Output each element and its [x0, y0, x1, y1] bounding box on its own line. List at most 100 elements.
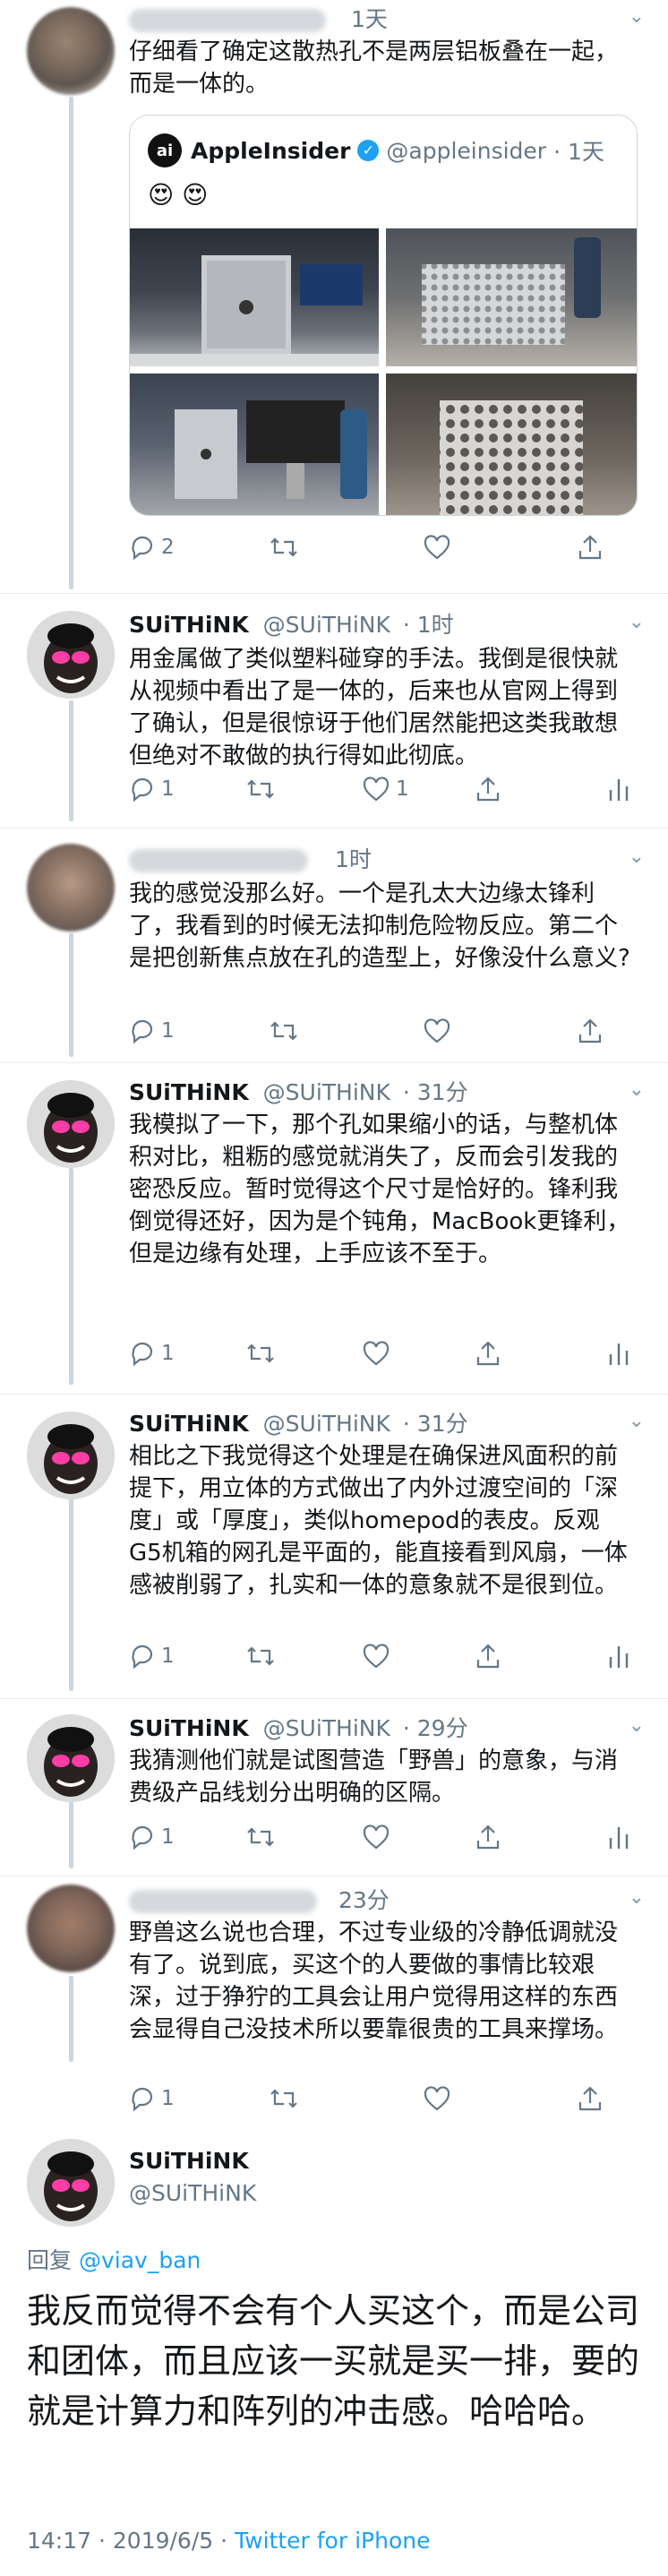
analytics-icon: [609, 1827, 629, 1849]
user-handle[interactable]: @SUiTHiNK: [263, 1079, 390, 1105]
tweet[interactable]: 23分 ⌄ 野兽这么说也合理，不过专业级的冷静低调就没有了。说到底，买这个的人要…: [0, 1876, 668, 2128]
chevron-down-icon[interactable]: ⌄: [629, 846, 645, 868]
quote-image[interactable]: [386, 228, 637, 366]
chevron-down-icon[interactable]: ⌄: [629, 1078, 645, 1101]
grille-closeup-photo: [440, 400, 583, 515]
tweet[interactable]: 1天 ⌄ 仔细看了确定这散热孔不是两层铝板叠在一起，而是一体的。 ai Appl…: [0, 0, 668, 582]
tweet-header: SUiTHiNK @SUiTHiNK · 29分: [129, 1711, 468, 1743]
share-icon: [476, 1825, 500, 1850]
share-icon: [476, 777, 500, 802]
reply-count: 1: [161, 777, 175, 801]
focused-tweet-text: 我反而觉得不会有个人买这个，而是公司和团体，而且应该一买就是买一排，要的就是计算…: [27, 2291, 640, 2431]
tweet[interactable]: SUiTHiNK @SUiTHiNK · 31分 ⌄ 相比之下我觉得这个处理是在…: [0, 1394, 668, 1698]
share-button[interactable]: [475, 1643, 501, 1670]
quote-image[interactable]: [130, 228, 379, 366]
analytics-button[interactable]: [607, 776, 630, 803]
tweet[interactable]: SUiTHiNK @SUiTHiNK · 1时 ⌄ 用金属做了类似塑料碰穿的手法…: [0, 593, 668, 828]
like-button[interactable]: [362, 1643, 390, 1670]
tweet[interactable]: SUiTHiNK @SUiTHiNK · 31分 ⌄ 我模拟了一下，那个孔如果缩…: [0, 1062, 668, 1394]
heart-icon: [363, 1825, 390, 1850]
retweet-button[interactable]: [245, 1824, 276, 1850]
suithink-avatar-image: [27, 1080, 115, 1168]
reply-button[interactable]: 1: [129, 1340, 175, 1367]
tweet-text: 我模拟了一下，那个孔如果缩小的话，与整机体积对比，粗粝的感觉就消失了，反而会引发…: [129, 1112, 630, 1267]
share-icon: [578, 535, 602, 560]
quoted-tweet[interactable]: ai AppleInsider ✓ @appleinsider · 1天 😍 😍: [129, 115, 638, 516]
tweet[interactable]: SUiTHiNK @SUiTHiNK · 29分 ⌄ 我猜测他们就是试图营造「野…: [0, 1698, 668, 1876]
tweet-actions: 1: [129, 1824, 630, 1859]
analytics-icon: [609, 1646, 629, 1668]
like-button[interactable]: 1: [362, 776, 409, 803]
quote-time: · 1天: [553, 139, 604, 165]
avatar[interactable]: [27, 7, 115, 95]
retweet-button[interactable]: [269, 1018, 299, 1044]
analytics-button[interactable]: [607, 1643, 630, 1670]
quote-handle: @appleinsider: [386, 137, 547, 164]
quote-image[interactable]: [130, 374, 379, 515]
share-button[interactable]: [577, 534, 604, 561]
analytics-button[interactable]: [607, 1340, 630, 1367]
like-button[interactable]: [362, 1824, 390, 1850]
avatar[interactable]: [27, 611, 115, 699]
user-handle[interactable]: @SUiTHiNK: [129, 2180, 256, 2206]
analytics-icon: [609, 779, 629, 801]
display-name[interactable]: SUiTHiNK: [129, 1411, 249, 1437]
avatar[interactable]: [27, 1412, 115, 1499]
avatar[interactable]: [27, 2139, 115, 2227]
display-name[interactable]: SUiTHiNK: [129, 1079, 249, 1105]
retweet-icon: [270, 537, 297, 557]
retweet-icon: [270, 1021, 297, 1041]
retweet-button[interactable]: [269, 534, 299, 561]
user-handle[interactable]: @SUiTHiNK: [263, 1715, 390, 1741]
tweet-source-link[interactable]: Twitter for iPhone: [235, 2528, 430, 2554]
reply-button[interactable]: 2: [129, 534, 175, 561]
like-button[interactable]: [423, 1018, 451, 1044]
chevron-down-icon[interactable]: ⌄: [629, 1886, 645, 1909]
heart-icon: [424, 2086, 450, 2111]
chevron-down-icon[interactable]: ⌄: [629, 1410, 645, 1432]
focused-tweet-name: SUiTHiNK: [129, 2148, 249, 2174]
reply-button[interactable]: 1: [129, 776, 175, 803]
tweet-actions: 1: [129, 1340, 630, 1376]
chevron-down-icon[interactable]: ⌄: [629, 611, 645, 633]
chevron-down-icon[interactable]: ⌄: [629, 5, 645, 28]
share-button[interactable]: [475, 1340, 501, 1367]
tweet-text: 相比之下我觉得这个处理是在确保进风面积的前提下，用立体的方式做出了内外过渡空间的…: [129, 1443, 628, 1599]
user-handle[interactable]: @SUiTHiNK: [263, 612, 390, 638]
analytics-button[interactable]: [607, 1824, 630, 1850]
focused-tweet: SUiTHiNK @SUiTHiNK 回复 @viav_ban 我反而觉得不会有…: [0, 2128, 668, 2576]
blurred-username: [129, 9, 326, 32]
quote-image[interactable]: [386, 374, 637, 515]
avatar[interactable]: [27, 1885, 115, 1972]
display-name[interactable]: SUiTHiNK: [129, 1715, 249, 1741]
share-button[interactable]: [577, 1018, 604, 1044]
mac-pro-photo: [130, 255, 379, 366]
tweet[interactable]: 1时 ⌄ 我的感觉没那么好。一个是孔太大边缘太锋利了，我看到的时候无法抑制危险物…: [0, 828, 668, 1062]
reply-button[interactable]: 1: [129, 1824, 175, 1850]
display-name[interactable]: SUiTHiNK: [129, 2148, 249, 2174]
like-button[interactable]: [423, 534, 451, 561]
reply-to-link[interactable]: @viav_ban: [79, 2247, 201, 2273]
reply-button[interactable]: 1: [129, 1018, 175, 1044]
retweet-button[interactable]: [245, 1643, 276, 1670]
avatar[interactable]: [27, 1080, 115, 1168]
user-handle[interactable]: @SUiTHiNK: [263, 1411, 390, 1437]
share-button[interactable]: [577, 2085, 604, 2112]
reply-button[interactable]: 1: [129, 1643, 175, 1670]
like-button[interactable]: [362, 1340, 390, 1367]
heart-icon: [424, 1018, 450, 1043]
like-button[interactable]: [423, 2085, 451, 2112]
share-button[interactable]: [475, 776, 501, 803]
display-name[interactable]: SUiTHiNK: [129, 612, 249, 638]
avatar[interactable]: [27, 844, 115, 932]
reply-button[interactable]: 1: [129, 2085, 175, 2112]
retweet-button[interactable]: [245, 1340, 276, 1367]
blurred-username: [129, 849, 308, 872]
retweet-button[interactable]: [245, 776, 276, 803]
chevron-down-icon[interactable]: ⌄: [629, 1714, 645, 1737]
avatar[interactable]: [27, 1714, 115, 1802]
share-button[interactable]: [475, 1824, 501, 1850]
retweet-button[interactable]: [269, 2085, 299, 2112]
reply-count: 1: [161, 1342, 175, 1365]
analytics-icon: [609, 1344, 629, 1365]
